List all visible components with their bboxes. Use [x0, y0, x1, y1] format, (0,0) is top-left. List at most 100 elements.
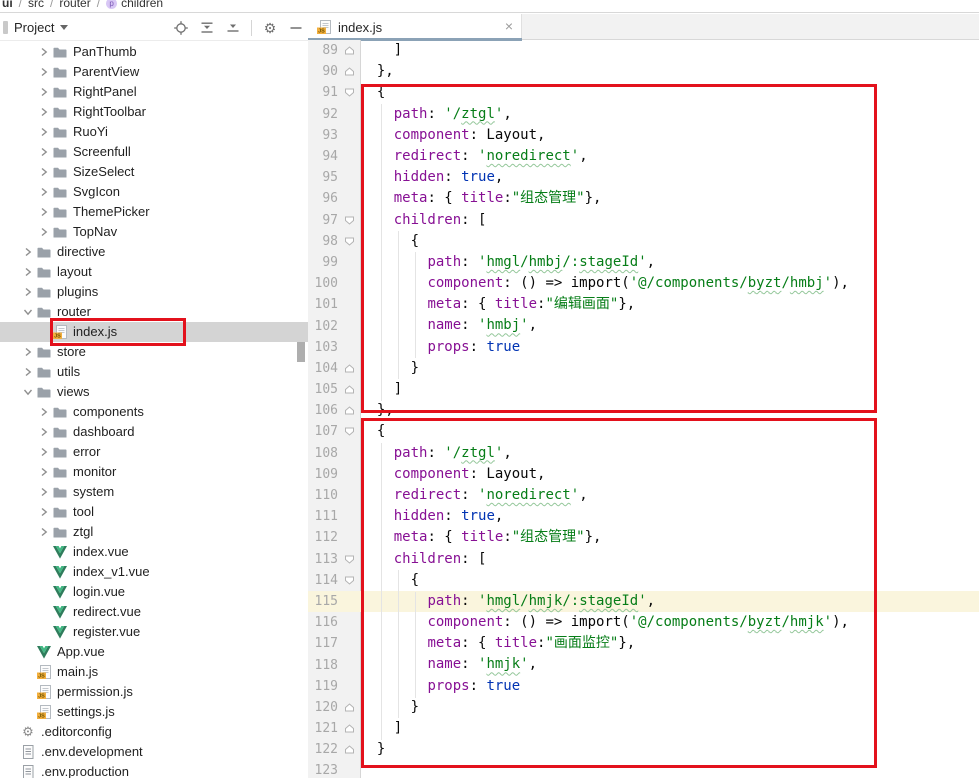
folder-icon	[52, 84, 68, 100]
fold-end-icon[interactable]	[338, 61, 360, 82]
chevron-right-icon[interactable]	[36, 184, 52, 200]
tree-item-label: dashboard	[73, 422, 134, 442]
folder-icon	[52, 404, 68, 420]
env-file-icon	[20, 744, 36, 760]
fold-end-icon[interactable]	[338, 379, 360, 400]
chevron-right-icon[interactable]	[36, 104, 52, 120]
tree-item-sizeselect[interactable]: SizeSelect	[0, 162, 308, 182]
chevron-right-icon[interactable]	[36, 424, 52, 440]
tree-item-directive[interactable]: directive	[0, 242, 308, 262]
tree-item-login-vue[interactable]: login.vue	[0, 582, 308, 602]
project-view-selector[interactable]: Project	[14, 20, 54, 35]
breadcrumb-item-children[interactable]: children	[121, 0, 163, 10]
tree-item-app-vue[interactable]: App.vue	[0, 642, 308, 662]
tree-item-system[interactable]: system	[0, 482, 308, 502]
tree-item-permission-js[interactable]: JSpermission.js	[0, 682, 308, 702]
tree-item-panthumb[interactable]: PanThumb	[0, 42, 308, 62]
chevron-right-icon[interactable]	[36, 124, 52, 140]
tree-item-righttoolbar[interactable]: RightToolbar	[0, 102, 308, 122]
expand-all-icon[interactable]	[199, 20, 215, 36]
tree-item-register-vue[interactable]: register.vue	[0, 622, 308, 642]
fold-end-icon[interactable]	[338, 40, 360, 61]
tree-item-monitor[interactable]: monitor	[0, 462, 308, 482]
tree-item-utils[interactable]: utils	[0, 362, 308, 382]
chevron-right-icon[interactable]	[36, 504, 52, 520]
breadcrumb-item-src[interactable]: src	[28, 0, 44, 10]
tree-item-svgicon[interactable]: SvgIcon	[0, 182, 308, 202]
chevron-right-icon[interactable]	[36, 44, 52, 60]
tree-item-themepicker[interactable]: ThemePicker	[0, 202, 308, 222]
tree-item-redirect-vue[interactable]: redirect.vue	[0, 602, 308, 622]
chevron-right-icon[interactable]	[36, 84, 52, 100]
locate-file-icon[interactable]	[173, 20, 189, 36]
tree-item--env-production[interactable]: .env.production	[0, 762, 308, 778]
fold-spacer	[338, 337, 360, 358]
tree-item-components[interactable]: components	[0, 402, 308, 422]
chevron-right-icon[interactable]	[20, 344, 36, 360]
svg-text:JS: JS	[38, 694, 45, 700]
tree-item-screenfull[interactable]: Screenfull	[0, 142, 308, 162]
tree-item-layout[interactable]: layout	[0, 262, 308, 282]
chevron-right-icon[interactable]	[20, 364, 36, 380]
chevron-down-icon[interactable]	[20, 304, 36, 320]
breadcrumb-item-router[interactable]: router	[59, 0, 90, 10]
tree-item--editorconfig[interactable]: ⚙.editorconfig	[0, 722, 308, 742]
tree-item-rightpanel[interactable]: RightPanel	[0, 82, 308, 102]
chevron-right-icon[interactable]	[20, 244, 36, 260]
tree-item-index-vue[interactable]: index.vue	[0, 542, 308, 562]
chevron-spacer	[4, 724, 20, 740]
chevron-spacer	[36, 584, 52, 600]
fold-end-icon[interactable]	[338, 400, 360, 421]
collapse-all-icon[interactable]	[225, 20, 241, 36]
fold-expanded-icon[interactable]	[338, 570, 360, 591]
fold-expanded-icon[interactable]	[338, 231, 360, 252]
chevron-right-icon[interactable]	[36, 464, 52, 480]
fold-expanded-icon[interactable]	[338, 82, 360, 103]
tab-index-js[interactable]: JS index.js ×	[308, 14, 522, 40]
tree-item-label: login.vue	[73, 582, 125, 602]
breadcrumb-root[interactable]: ui	[2, 0, 13, 10]
gear-icon[interactable]: ⚙	[262, 20, 278, 36]
fold-end-icon[interactable]	[338, 697, 360, 718]
tree-item-topnav[interactable]: TopNav	[0, 222, 308, 242]
chevron-right-icon[interactable]	[36, 444, 52, 460]
tree-item--env-development[interactable]: .env.development	[0, 742, 308, 762]
tree-item-ruoyi[interactable]: RuoYi	[0, 122, 308, 142]
line-number: 114	[308, 573, 338, 588]
tree-item-error[interactable]: error	[0, 442, 308, 462]
svg-text:JS: JS	[38, 674, 45, 680]
tree-item-index-v1-vue[interactable]: index_v1.vue	[0, 562, 308, 582]
chevron-right-icon[interactable]	[36, 524, 52, 540]
tree-item-main-js[interactable]: JSmain.js	[0, 662, 308, 682]
tree-scrollbar-thumb[interactable]	[297, 342, 305, 362]
line-number: 97	[308, 213, 338, 228]
tree-item-dashboard[interactable]: dashboard	[0, 422, 308, 442]
tree-item-plugins[interactable]: plugins	[0, 282, 308, 302]
chevron-right-icon[interactable]	[20, 284, 36, 300]
tree-item-views[interactable]: views	[0, 382, 308, 402]
toolbar-divider	[251, 20, 252, 36]
hide-panel-icon[interactable]	[288, 20, 304, 36]
tree-item-settings-js[interactable]: JSsettings.js	[0, 702, 308, 722]
fold-expanded-icon[interactable]	[338, 210, 360, 231]
folder-icon	[52, 224, 68, 240]
chevron-right-icon[interactable]	[36, 204, 52, 220]
chevron-right-icon[interactable]	[36, 164, 52, 180]
tree-item-tool[interactable]: tool	[0, 502, 308, 522]
chevron-right-icon[interactable]	[20, 264, 36, 280]
chevron-right-icon[interactable]	[36, 224, 52, 240]
chevron-down-icon[interactable]	[20, 384, 36, 400]
chevron-right-icon[interactable]	[36, 64, 52, 80]
chevron-right-icon[interactable]	[36, 144, 52, 160]
chevron-right-icon[interactable]	[36, 484, 52, 500]
chevron-right-icon[interactable]	[36, 404, 52, 420]
fold-end-icon[interactable]	[338, 718, 360, 739]
fold-end-icon[interactable]	[338, 358, 360, 379]
close-icon[interactable]: ×	[505, 18, 513, 34]
fold-end-icon[interactable]	[338, 739, 360, 760]
fold-expanded-icon[interactable]	[338, 421, 360, 442]
vue-file-icon	[52, 584, 68, 600]
tree-item-ztgl[interactable]: ztgl	[0, 522, 308, 542]
fold-expanded-icon[interactable]	[338, 549, 360, 570]
tree-item-parentview[interactable]: ParentView	[0, 62, 308, 82]
